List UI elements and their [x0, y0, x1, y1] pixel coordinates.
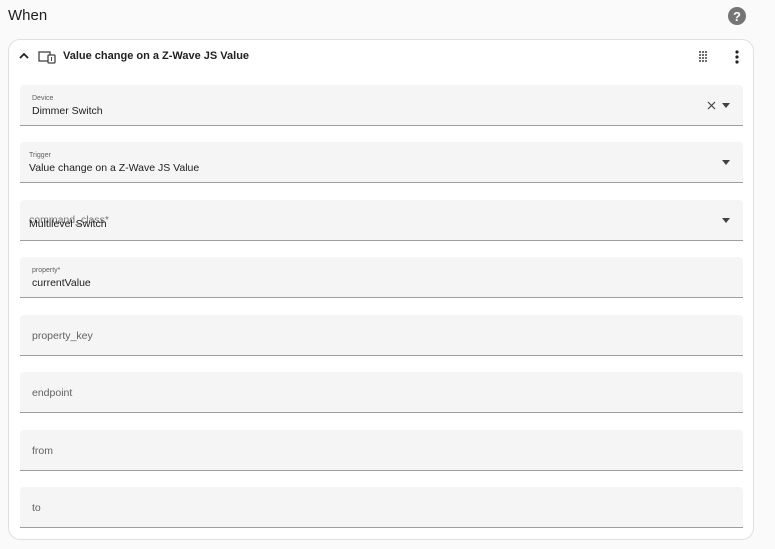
trigger-select[interactable]: Trigger Value change on a Z-Wave JS Valu…: [20, 142, 743, 183]
property-key-placeholder: property_key: [32, 330, 93, 342]
to-placeholder: to: [32, 502, 41, 514]
property-value: currentValue: [32, 277, 91, 289]
property-field[interactable]: property* currentValue: [20, 257, 743, 298]
devices-icon: [38, 51, 56, 64]
trigger-value: Value change on a Z-Wave JS Value: [29, 162, 200, 174]
dropdown-arrow-icon[interactable]: [722, 218, 730, 223]
automation-editor: When ? Value change on a Z-Wave JS Value: [0, 0, 775, 549]
from-field[interactable]: from: [20, 430, 743, 471]
device-label: Device: [32, 95, 54, 102]
endpoint-placeholder: endpoint: [32, 387, 73, 399]
endpoint-field[interactable]: endpoint: [20, 372, 743, 413]
dropdown-arrow-icon[interactable]: [722, 103, 730, 108]
to-field[interactable]: to: [20, 487, 743, 528]
device-select[interactable]: Device Dimmer Switch: [20, 85, 743, 126]
trigger-card: Value change on a Z-Wave JS Value Device…: [8, 39, 754, 540]
command-class-select[interactable]: command_class* Multilevel Switch: [20, 200, 743, 241]
help-circle-icon[interactable]: ?: [728, 7, 746, 25]
from-placeholder: from: [32, 445, 53, 457]
property-key-field[interactable]: property_key: [20, 315, 743, 356]
dropdown-arrow-icon[interactable]: [722, 160, 730, 165]
device-value: Dimmer Switch: [32, 105, 103, 117]
chevron-up-icon[interactable]: [18, 50, 30, 62]
property-label: property*: [32, 267, 61, 274]
drag-handle-icon[interactable]: [697, 50, 709, 62]
trigger-card-header[interactable]: Value change on a Z-Wave JS Value: [9, 40, 753, 74]
trigger-card-title: Value change on a Z-Wave JS Value: [63, 50, 250, 62]
command-class-value: Multilevel Switch: [29, 218, 107, 230]
close-icon[interactable]: [707, 101, 716, 110]
section-title: When: [8, 7, 48, 24]
trigger-label: Trigger: [29, 152, 51, 159]
more-vertical-icon[interactable]: [731, 49, 743, 65]
